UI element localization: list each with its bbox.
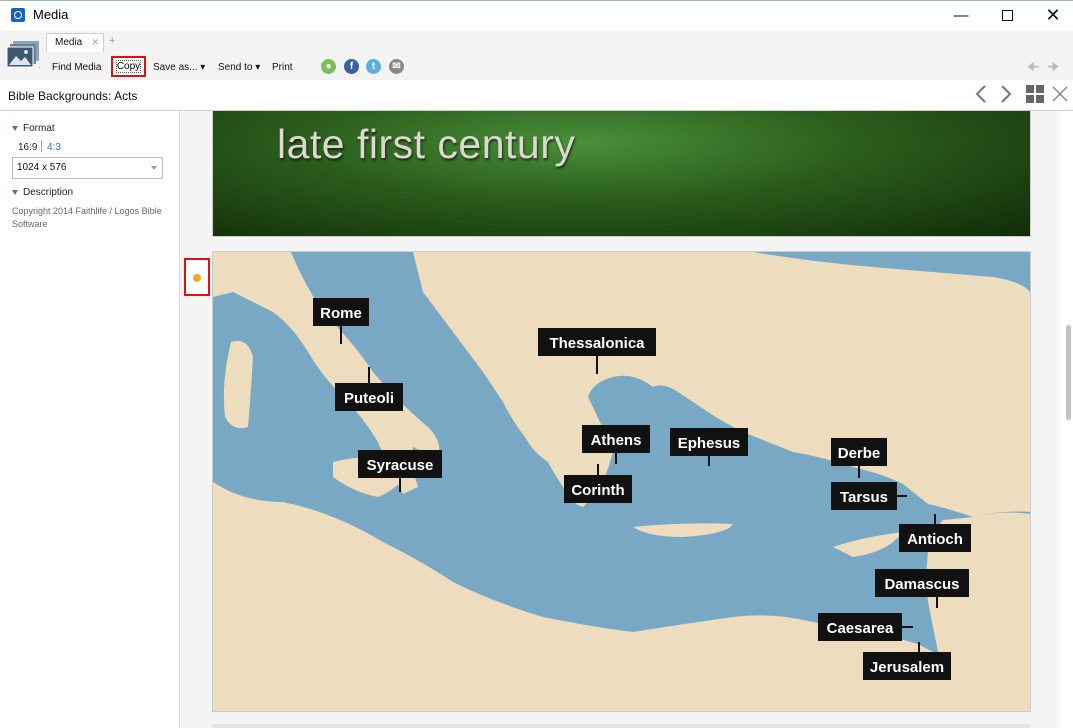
twitter-icon[interactable]: t — [366, 59, 381, 74]
slide-thumbnail-1[interactable]: late first century — [212, 111, 1031, 237]
minimize-icon[interactable]: — — [938, 0, 984, 31]
city-label-damascus: Damascus — [875, 569, 969, 597]
city-label-thessalonica: Thessalonica — [538, 328, 656, 356]
svg-text:Syracuse: Syracuse — [367, 457, 434, 474]
expand-triangle-icon — [12, 125, 18, 131]
city-label-syracuse: Syracuse — [358, 450, 442, 478]
description-section-toggle[interactable]: Description — [12, 187, 73, 198]
app-logo-icon — [11, 8, 25, 22]
city-label-derbe: Derbe — [831, 438, 887, 466]
close-panel-icon[interactable] — [1052, 86, 1068, 102]
svg-text:Derbe: Derbe — [838, 445, 881, 462]
slide-thumbnail-3[interactable] — [212, 724, 1031, 728]
plus-icon[interactable]: + — [109, 35, 115, 47]
size-select-value: 1024 x 576 — [17, 162, 67, 173]
mediterranean-map: Rome Thessalonica Puteoli Athens Ephesus… — [213, 252, 1030, 711]
find-media-button[interactable]: Find Media — [52, 62, 101, 73]
svg-text:Ephesus: Ephesus — [678, 435, 741, 452]
copy-button-label: Copy — [116, 60, 141, 73]
city-label-antioch: Antioch — [899, 524, 971, 552]
tab-media-label: Media — [55, 37, 83, 48]
svg-text:Antioch: Antioch — [907, 531, 963, 548]
save-as-button[interactable]: Save as... ▾ — [153, 62, 205, 73]
chevron-right-icon[interactable] — [999, 85, 1013, 103]
sidebar — [0, 111, 180, 728]
city-label-athens: Athens — [582, 425, 650, 453]
format-4-3-option[interactable]: 4:3 — [47, 142, 61, 153]
format-divider — [41, 140, 42, 152]
svg-text:Corinth: Corinth — [571, 482, 624, 499]
chevron-left-icon[interactable] — [974, 85, 988, 103]
send-to-button[interactable]: Send to ▾ — [218, 62, 260, 73]
city-label-tarsus: Tarsus — [831, 482, 897, 510]
slide-selection-marker[interactable] — [184, 258, 210, 296]
city-label-ephesus: Ephesus — [670, 428, 748, 456]
resource-header — [0, 80, 1073, 111]
city-label-puteoli: Puteoli — [335, 383, 403, 411]
window-title: Media — [33, 7, 69, 22]
title-bar — [0, 0, 1073, 32]
format-16-9-option[interactable]: 16:9 — [18, 142, 37, 153]
svg-text:Damascus: Damascus — [884, 576, 959, 593]
slide-1-text: late first century — [277, 121, 576, 167]
city-label-corinth: Corinth — [564, 475, 632, 503]
city-label-caesarea: Caesarea — [818, 613, 902, 641]
svg-text:Puteoli: Puteoli — [344, 390, 394, 407]
size-select[interactable]: 1024 x 576 — [12, 157, 163, 179]
toolbar — [0, 31, 1073, 81]
city-label-rome: Rome — [313, 298, 369, 326]
svg-text:Tarsus: Tarsus — [840, 489, 888, 506]
close-icon[interactable]: ✕ — [1030, 0, 1073, 31]
facebook-icon[interactable]: f — [344, 59, 359, 74]
email-icon[interactable]: ✉ — [389, 59, 404, 74]
maximize-icon[interactable] — [984, 0, 1030, 31]
copy-button[interactable]: Copy — [111, 56, 146, 77]
expand-triangle-icon — [12, 189, 18, 195]
back-arrow-icon[interactable]: 🠈 — [1027, 58, 1039, 80]
slide-thumbnail-2[interactable]: Rome Thessalonica Puteoli Athens Ephesus… — [212, 251, 1031, 712]
resource-title: Bible Backgrounds: Acts — [8, 89, 138, 103]
svg-text:Athens: Athens — [591, 432, 642, 449]
tab-close-icon[interactable]: ✕ — [91, 37, 99, 48]
description-heading: Description — [23, 187, 74, 198]
chevron-down-icon — [151, 166, 157, 170]
print-button[interactable]: Print — [272, 62, 293, 73]
svg-text:Jerusalem: Jerusalem — [870, 659, 944, 676]
format-section-toggle[interactable]: Format — [12, 123, 55, 134]
tab-media[interactable]: Media ✕ — [46, 33, 104, 52]
drop-icon[interactable]: ● — [321, 59, 336, 74]
svg-text:Thessalonica: Thessalonica — [549, 335, 645, 352]
description-text: Copyright 2014 Faithlife / Logos Bible S… — [12, 206, 162, 229]
scrollbar-thumb[interactable] — [1066, 325, 1071, 420]
city-label-jerusalem: Jerusalem — [863, 652, 951, 680]
grid-icon[interactable] — [1026, 85, 1044, 103]
forward-arrow-icon[interactable]: 🠊 — [1047, 58, 1059, 80]
svg-text:Caesarea: Caesarea — [827, 620, 894, 637]
svg-text:Rome: Rome — [320, 305, 362, 322]
media-gallery-icon[interactable] — [6, 40, 40, 70]
format-heading: Format — [23, 123, 55, 134]
selected-dot-icon — [193, 274, 201, 282]
